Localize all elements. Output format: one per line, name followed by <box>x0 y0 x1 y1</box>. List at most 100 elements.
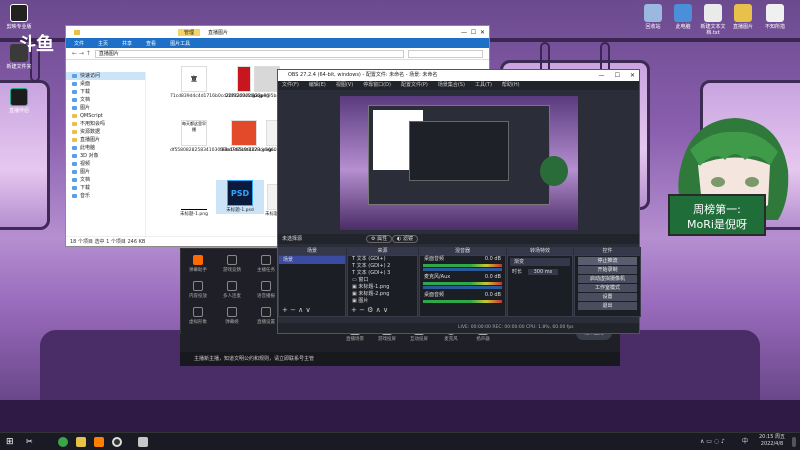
desktop-icon-unknown[interactable]: 不知所措 <box>758 4 792 30</box>
menu-scene-collection[interactable]: 场景集合(S) <box>438 81 465 90</box>
tool-game-guess[interactable]: 游戏竞猜 <box>217 255 247 273</box>
start-recording-button[interactable]: 开始录制 <box>578 266 637 274</box>
filters-button[interactable]: ◐ 滤镜 <box>392 235 418 243</box>
tool-danmu-assistant[interactable]: 弹幕助手 <box>183 255 213 273</box>
nav-item[interactable]: 下载 <box>66 184 145 192</box>
source-item[interactable]: ▭ 窗口 <box>348 277 417 284</box>
nav-item[interactable]: 文档 <box>66 176 145 184</box>
source-item[interactable]: T 文本 (GDI+) 3 <box>348 270 417 277</box>
nav-arrows-icon[interactable]: ← → ↑ <box>72 50 91 57</box>
file-thumbnail <box>181 184 207 210</box>
nav-item[interactable]: 3D 对象 <box>66 152 145 160</box>
source-item[interactable]: ▣ 未标题-2.png <box>348 291 417 298</box>
file-item[interactable]: 宣 71cd839d4c4d1716b0cd20f9249efd83.jpeg <box>170 66 269 100</box>
file-item-selected[interactable]: PSD 未标题-1.psd <box>216 180 264 214</box>
source-item[interactable]: ▣ 未标题-1.png <box>348 284 417 291</box>
transition-select[interactable]: 渐变 <box>510 258 570 266</box>
nav-item[interactable]: 视频 <box>66 160 145 168</box>
obs-preview-canvas[interactable] <box>340 96 578 230</box>
file-item[interactable]: f83e1995c9f1228ce56604340526f4eb.jpeg <box>220 120 318 154</box>
chat-app-icon[interactable] <box>58 437 68 447</box>
menu-tools[interactable]: 工具(T) <box>475 81 492 90</box>
ribbon-tab-file[interactable]: 文件 <box>72 40 86 47</box>
game-icon <box>227 255 237 265</box>
volume-slider[interactable] <box>423 286 502 289</box>
desktop-icon-capcut[interactable]: 剪映专业版 <box>2 4 36 30</box>
ribbon-tab-home[interactable]: 主页 <box>96 40 110 47</box>
desktop-icon-live-companion[interactable]: 直播伴侣 <box>2 88 36 114</box>
menu-view[interactable]: 视图(V) <box>336 81 353 90</box>
source-add-remove-icons[interactable]: + − ⚙ ∧ ∨ <box>351 306 388 314</box>
clock[interactable]: 20:15 周五 2022/4/8 <box>755 434 789 448</box>
menu-file[interactable]: 文件(F) <box>282 81 299 90</box>
desktop-icon-text-doc[interactable]: 新建文本文档.txt <box>696 4 730 36</box>
tool-multi-mic[interactable]: 多人连麦 <box>217 281 247 299</box>
nav-item[interactable]: 图片 <box>66 104 145 112</box>
folder-icon <box>74 29 80 35</box>
nav-item[interactable]: 不用知会吗 <box>66 120 145 128</box>
obs-taskbar-icon[interactable] <box>112 437 122 447</box>
input-method[interactable]: 中 <box>742 438 748 445</box>
obs-menu-bar: 文件(F) 编辑(E) 视图(V) 停靠窗口(D) 配置文件(P) 场景集合(S… <box>278 81 639 90</box>
duration-input[interactable]: 300 ms <box>527 269 559 275</box>
ribbon-tab-picture-tools[interactable]: 图片工具 <box>168 40 192 47</box>
sign-line-2: MoRi是倪呀 <box>687 218 747 231</box>
nav-item[interactable]: 直播图片 <box>66 136 145 144</box>
tool-avatar[interactable]: 虚拟形象 <box>183 307 213 325</box>
capcut-taskbar-icon[interactable]: ✂ <box>26 437 36 447</box>
nav-item[interactable]: 音乐 <box>66 192 145 200</box>
settings-button[interactable]: 设置 <box>578 293 637 301</box>
windows-start-icon[interactable]: ⊞ <box>6 437 16 447</box>
desktop-icon-live-images[interactable]: 直播图片 <box>726 4 760 30</box>
file-explorer-icon[interactable] <box>76 437 86 447</box>
nav-item[interactable]: 此电脑 <box>66 144 145 152</box>
menu-help[interactable]: 帮助(H) <box>502 81 520 90</box>
menu-edit[interactable]: 编辑(E) <box>309 81 326 90</box>
source-item[interactable]: T 文本 (GDI+) 2 <box>348 263 417 270</box>
file-item[interactable]: 未标题-1.png <box>170 184 218 218</box>
nav-item[interactable]: 桌面 <box>66 80 145 88</box>
computer-icon <box>674 4 692 22</box>
tray-icons[interactable]: ∧ ▭ ◌ ♪ <box>700 438 725 445</box>
douyu-taskbar-icon[interactable] <box>94 437 104 447</box>
nav-item[interactable]: 快速访问 <box>66 72 145 80</box>
source-item[interactable]: ▣ 图片 <box>348 298 417 305</box>
scene-add-remove-icons[interactable]: + − ∧ ∨ <box>282 306 311 314</box>
search-input[interactable] <box>408 49 483 58</box>
virtual-camera-button[interactable]: 启动虚拟摄像机 <box>578 275 637 283</box>
obs-window[interactable]: OBS 27.2.4 (64-bit, windows) - 配置文件: 未命名… <box>277 69 641 334</box>
ribbon-tab-view[interactable]: 查看 <box>144 40 158 47</box>
nav-item[interactable]: QMScript <box>66 112 145 120</box>
weekly-rank-sign: 周榜第一: MoRi是倪呀 <box>668 194 766 236</box>
window-controls[interactable]: — ☐ ✕ <box>461 29 485 36</box>
nav-item[interactable]: 图片 <box>66 168 145 176</box>
exit-button[interactable]: 退出 <box>578 302 637 310</box>
studio-mode-button[interactable]: 工作室模式 <box>578 284 637 292</box>
nav-item[interactable]: 下载 <box>66 88 145 96</box>
properties-button[interactable]: ⚙ 属性 <box>366 235 393 243</box>
tool-danmu-ji[interactable]: 弹幕姬 <box>217 307 247 325</box>
scene-item[interactable]: 场景 <box>279 256 345 264</box>
volume-slider[interactable] <box>423 268 502 271</box>
desktop-icon-this-pc[interactable]: 此电脑 <box>666 4 700 30</box>
controls-dock-title: 控件 <box>574 247 641 255</box>
app-taskbar-icon[interactable] <box>138 437 148 447</box>
desktop-icon-recycle-bin[interactable]: 回收站 <box>636 4 670 30</box>
menu-docks[interactable]: 停靠窗口(D) <box>363 81 391 90</box>
source-item[interactable]: T 文本 (GDI+) <box>348 256 417 263</box>
nav-item[interactable]: 资源数据 <box>66 128 145 136</box>
preview-avatar <box>540 156 568 186</box>
window-controls[interactable]: — ☐ ✕ <box>599 70 635 81</box>
ribbon-tab-share[interactable]: 共享 <box>120 40 134 47</box>
menu-profile[interactable]: 配置文件(P) <box>401 81 428 90</box>
tab-manage[interactable]: 管理 <box>178 28 201 36</box>
nav-item[interactable]: 文档 <box>66 96 145 104</box>
file-item[interactable]: 每天都这里早播 df558082825834103039bd7d284a4023… <box>170 120 271 154</box>
tool-content[interactable]: 内容投放 <box>183 281 213 299</box>
audio-meter <box>423 300 502 303</box>
notification-icon[interactable] <box>792 437 796 447</box>
address-bar[interactable]: 直播图片 <box>94 49 404 58</box>
mixer-dock-title: 混音器 <box>419 247 506 255</box>
stop-streaming-button[interactable]: 停止推流 <box>578 257 637 265</box>
desktop-icon-folder[interactable]: 新建文件夹 <box>2 44 36 70</box>
